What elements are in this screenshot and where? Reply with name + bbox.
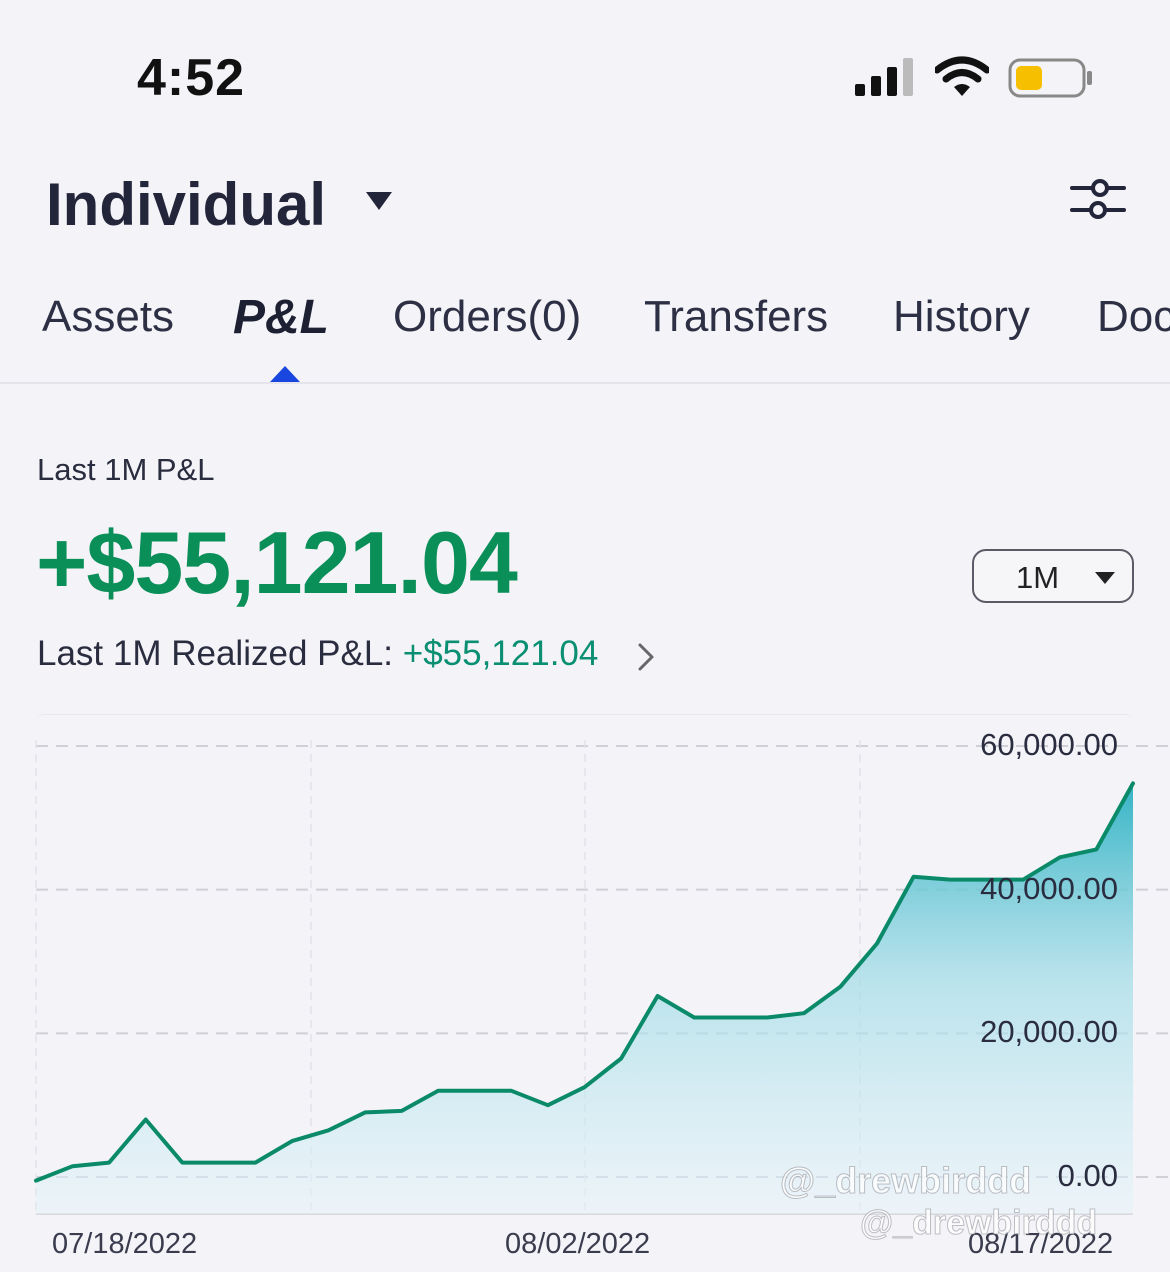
tab-assets[interactable]: Assets [42, 292, 174, 342]
tab-pnl[interactable]: P&L [233, 290, 329, 345]
tab-history[interactable]: History [893, 292, 1030, 342]
y-tick-label: 20,000.00 [980, 1014, 1118, 1050]
caret-down-icon[interactable] [364, 190, 394, 212]
realized-pnl-value: +$55,121.04 [402, 634, 599, 673]
account-title[interactable]: Individual [46, 170, 326, 239]
status-time: 4:52 [137, 49, 246, 107]
wifi-icon [935, 56, 989, 96]
chevron-right-icon[interactable] [636, 642, 656, 672]
caret-down-icon [1095, 572, 1115, 584]
battery-icon [1008, 58, 1092, 98]
realized-pnl-label: Last 1M Realized P&L: [37, 634, 403, 673]
period-select[interactable]: 1M [972, 549, 1134, 603]
realized-pnl-row[interactable]: Last 1M Realized P&L: +$55,121.04 [37, 634, 598, 674]
account-header: Individual [0, 150, 1170, 260]
signal-icon [855, 58, 913, 96]
active-tab-indicator [270, 366, 300, 382]
period-select-value: 1M [1016, 560, 1060, 595]
y-tick-label: 40,000.00 [980, 870, 1118, 906]
status-bar: 4:52 [0, 0, 1170, 130]
x-tick-label: 07/18/2022 [52, 1228, 198, 1260]
pnl-period-label: Last 1M P&L [37, 452, 215, 487]
y-tick-label: 60,000.00 [980, 727, 1118, 762]
sliders-icon[interactable] [1070, 176, 1126, 224]
tab-transfers[interactable]: Transfers [644, 292, 828, 342]
pnl-total-value: +$55,121.04 [36, 513, 518, 612]
x-tick-label: 08/02/2022 [505, 1228, 651, 1260]
tab-orders[interactable]: Orders(0) [393, 292, 581, 342]
watermark: @_drewbirddd [859, 1204, 1098, 1243]
tab-bar: Assets P&L Orders(0) Transfers History D… [0, 280, 1170, 384]
tab-documents[interactable]: Doc [1097, 292, 1170, 342]
watermark: @_drewbirddd [779, 1160, 1032, 1202]
